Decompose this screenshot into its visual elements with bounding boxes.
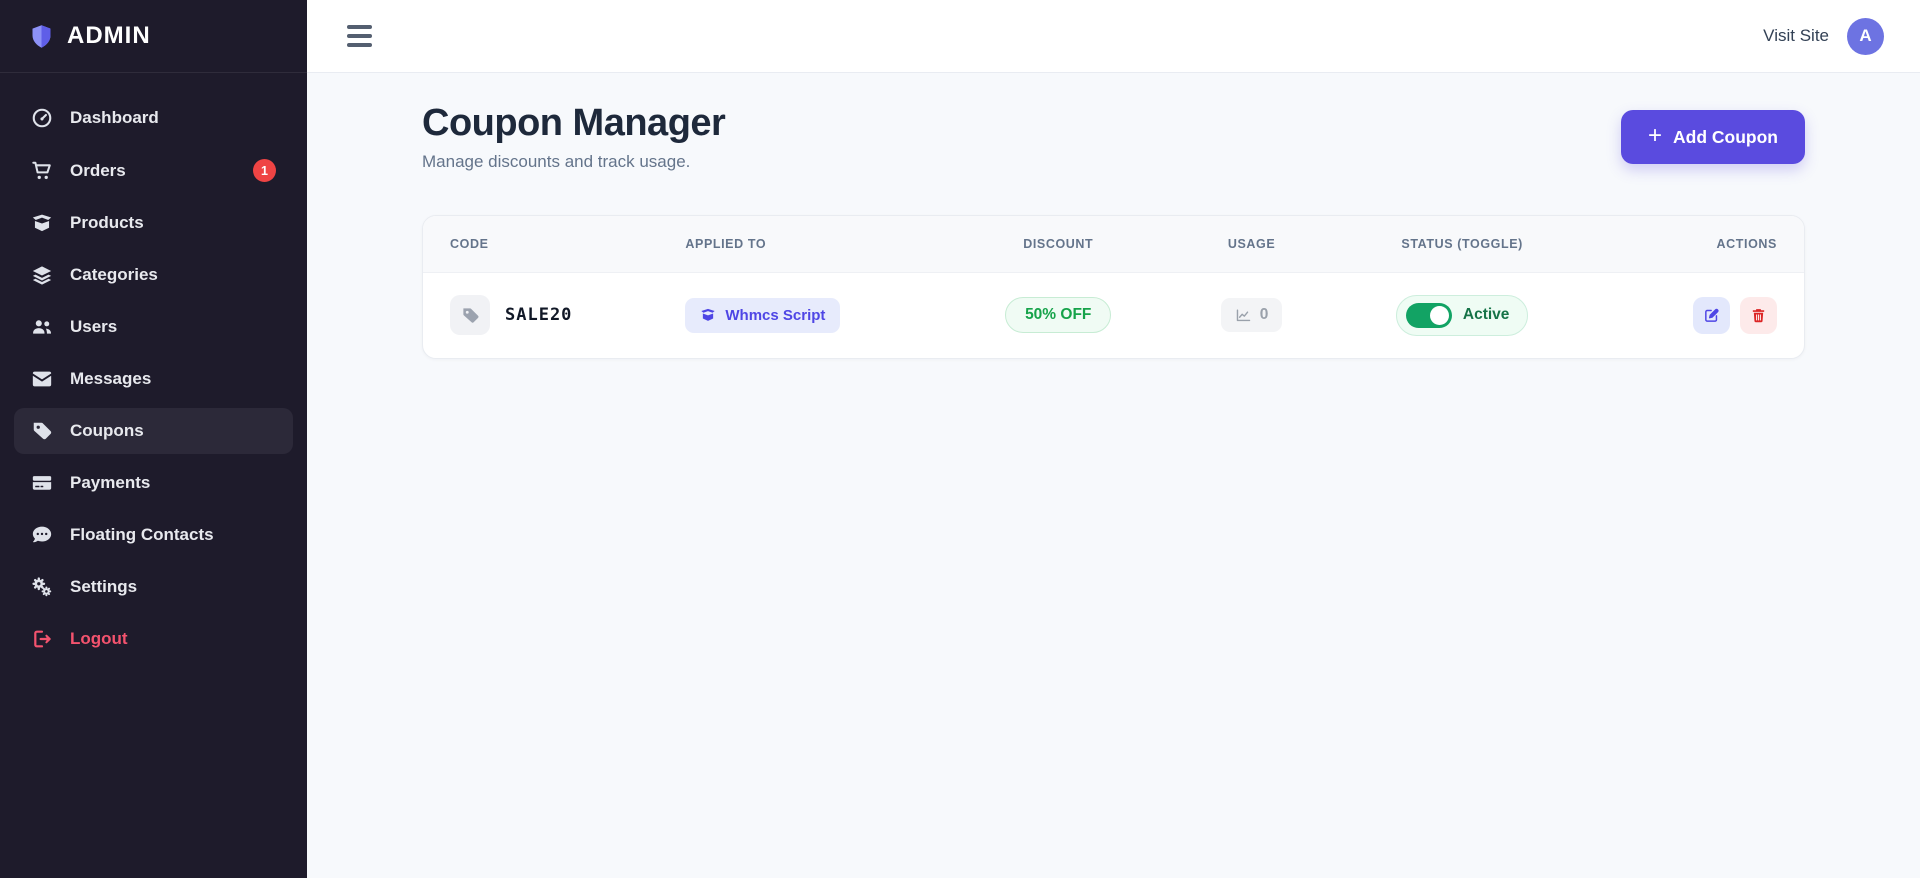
sidebar-item-floating-contacts[interactable]: Floating Contacts <box>14 512 293 558</box>
sidebar-item-logout[interactable]: Logout <box>14 616 293 662</box>
brand-name: ADMIN <box>67 22 151 49</box>
main-area: Visit Site A Coupon Manager Manage disco… <box>307 0 1920 878</box>
coupon-code: SALE20 <box>505 305 573 325</box>
tag-icon <box>31 420 53 442</box>
sidebar-item-categories[interactable]: Categories <box>14 252 293 298</box>
sidebar-item-payments[interactable]: Payments <box>14 460 293 506</box>
shield-icon <box>28 23 55 50</box>
add-coupon-button[interactable]: + Add Coupon <box>1621 110 1805 164</box>
sidebar-item-label: Logout <box>70 629 128 648</box>
discount-badge: 50% OFF <box>1005 297 1112 333</box>
avatar[interactable]: A <box>1847 17 1884 55</box>
envelope-icon <box>31 368 53 390</box>
table-row: SALE20 Whmcs Script 50% OFF 0 Active <box>423 272 1804 358</box>
header-code: Code <box>423 216 686 273</box>
page-head: Coupon Manager Manage discounts and trac… <box>422 102 1805 172</box>
status-toggle[interactable] <box>1405 302 1452 328</box>
sidebar-item-label: Messages <box>70 369 152 388</box>
sidebar-item-dashboard[interactable]: Dashboard <box>14 95 293 141</box>
sidebar: ADMIN Dashboard Orders 1 Products Catego… <box>0 0 307 878</box>
page-head-text: Coupon Manager Manage discounts and trac… <box>422 102 726 172</box>
logout-icon <box>31 628 53 650</box>
trash-icon <box>1750 307 1767 324</box>
header-discount: Discount <box>927 216 1190 273</box>
coupon-code-cell: SALE20 <box>450 295 685 335</box>
cart-icon <box>31 160 53 182</box>
plus-icon: + <box>1648 122 1663 149</box>
edit-button[interactable] <box>1693 296 1730 334</box>
sidebar-item-orders[interactable]: Orders 1 <box>14 147 293 194</box>
sidebar-item-settings[interactable]: Settings <box>14 564 293 610</box>
hamburger-icon <box>347 25 372 29</box>
gears-icon <box>31 576 53 598</box>
brand-logo: ADMIN <box>0 0 307 73</box>
topbar-right: Visit Site A <box>1763 17 1884 55</box>
sidebar-item-label: Floating Contacts <box>70 525 214 544</box>
chart-line-icon <box>1235 307 1252 324</box>
sidebar-item-products[interactable]: Products <box>14 200 293 246</box>
header-actions: Actions <box>1610 216 1804 273</box>
usage-chip: 0 <box>1220 298 1283 332</box>
applied-to-label: Whmcs Script <box>725 306 826 324</box>
content: Coupon Manager Manage discounts and trac… <box>307 73 1920 359</box>
comment-dots-icon <box>31 524 53 546</box>
sidebar-item-label: Categories <box>70 265 158 284</box>
coupons-table: Code Applied To Discount Usage Status (T… <box>423 216 1804 358</box>
delete-button[interactable] <box>1740 296 1777 334</box>
header-applied-to: Applied To <box>685 216 928 273</box>
visit-site-link[interactable]: Visit Site <box>1763 26 1829 46</box>
coupons-table-card: Code Applied To Discount Usage Status (T… <box>422 215 1805 359</box>
sidebar-item-coupons[interactable]: Coupons <box>14 408 293 454</box>
sidebar-item-label: Settings <box>70 577 138 596</box>
applied-to-badge: Whmcs Script <box>685 297 841 333</box>
sidebar-item-label: Users <box>70 317 118 336</box>
orders-count-badge: 1 <box>253 159 276 182</box>
page-subtitle: Manage discounts and track usage. <box>422 152 691 171</box>
sidebar-item-label: Orders <box>70 160 126 180</box>
box-open-icon <box>700 307 716 323</box>
page-title: Coupon Manager <box>422 102 726 144</box>
sidebar-toggle-button[interactable] <box>343 21 376 51</box>
gauge-icon <box>31 107 53 129</box>
sidebar-nav: Dashboard Orders 1 Products Categories U… <box>0 73 307 878</box>
sidebar-item-label: Coupons <box>70 421 144 440</box>
sidebar-item-messages[interactable]: Messages <box>14 356 293 402</box>
header-usage: Usage <box>1189 216 1314 273</box>
tag-icon <box>450 295 490 335</box>
users-icon <box>31 316 53 338</box>
box-open-icon <box>31 212 53 234</box>
sidebar-item-label: Dashboard <box>70 108 159 127</box>
topbar: Visit Site A <box>307 0 1920 73</box>
pen-square-icon <box>1703 307 1720 324</box>
sidebar-item-users[interactable]: Users <box>14 304 293 350</box>
usage-count: 0 <box>1259 306 1269 323</box>
layer-group-icon <box>31 264 53 286</box>
header-status: Status (Toggle) <box>1313 216 1611 273</box>
sidebar-item-label: Payments <box>70 473 151 492</box>
status-label: Active <box>1462 306 1510 323</box>
add-coupon-label: Add Coupon <box>1673 126 1778 147</box>
credit-card-icon <box>31 472 53 494</box>
status-badge: Active <box>1395 294 1529 336</box>
sidebar-item-label: Products <box>70 213 144 232</box>
table-header-row: Code Applied To Discount Usage Status (T… <box>423 216 1804 273</box>
row-actions <box>1693 296 1777 334</box>
